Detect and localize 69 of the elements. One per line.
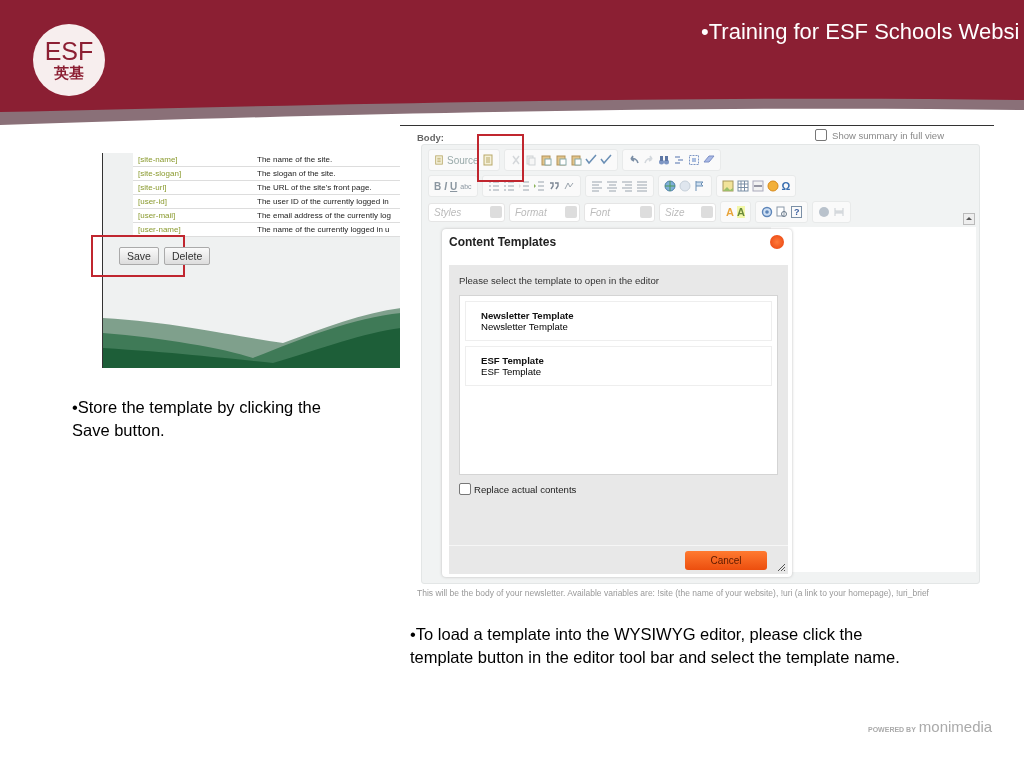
replace-icon[interactable] — [672, 154, 685, 166]
token-cell-text: [site-url] — [137, 183, 168, 192]
paste-icon[interactable] — [569, 154, 582, 166]
template-icon[interactable] — [481, 154, 494, 166]
eraser-icon[interactable] — [702, 154, 715, 166]
background-color-button[interactable]: A — [736, 206, 745, 218]
paste-icon[interactable] — [539, 154, 552, 166]
help-text: This will be the body of your newsletter. Available variables are: !site (the name of your website), !uri (a link to your homepage), !uri_brief — [416, 587, 930, 598]
quote-icon[interactable] — [547, 180, 560, 192]
form-button[interactable]: Delete — [163, 247, 211, 265]
slide-title: •Training for ESF Schools Websi — [701, 19, 1020, 45]
token-cell-text: [site-name] — [137, 155, 179, 164]
checkbox[interactable] — [459, 483, 471, 495]
template-item[interactable]: Newsletter Template Newsletter Template — [465, 301, 772, 341]
template-item[interactable]: ESF Template ESF Template — [465, 346, 772, 386]
align-center-icon[interactable] — [605, 180, 618, 192]
link-icon[interactable] — [663, 180, 676, 192]
field-label: Body: — [417, 132, 444, 142]
highlight-frame — [477, 134, 524, 182]
find-icon[interactable] — [657, 154, 670, 166]
table-icon[interactable] — [736, 180, 749, 192]
spellcheck-icon[interactable] — [584, 154, 597, 166]
numbered-list-icon[interactable] — [487, 180, 500, 192]
justify-icon[interactable] — [635, 180, 648, 192]
form-button[interactable]: Save — [119, 247, 159, 265]
brand-logo: monimedia — [918, 718, 993, 735]
description-cell: The email address of the currently log — [257, 211, 391, 220]
summary-toggle[interactable]: Show summary in full view — [815, 128, 944, 142]
description-cell: The URL of the site's front page. — [257, 183, 372, 192]
toolbar-dropdown[interactable]: Format — [509, 202, 580, 222]
dialog-title: Content Templates — [449, 235, 557, 249]
format-button[interactable]: B — [434, 180, 442, 192]
text-color-button[interactable]: A — [726, 206, 734, 218]
toolbar-dropdown[interactable]: Font — [584, 202, 655, 222]
select-all-icon[interactable] — [687, 154, 700, 166]
description-cell: The slogan of the site. — [257, 169, 336, 178]
flag-icon[interactable] — [693, 180, 706, 192]
undo-icon[interactable] — [627, 154, 640, 166]
align-right-icon[interactable] — [620, 180, 633, 192]
description-cell: The name of the site. — [257, 155, 333, 164]
outdent-icon[interactable] — [517, 180, 530, 192]
caption: •Store the template by clicking the Save button. — [72, 397, 322, 441]
image-icon[interactable] — [721, 180, 734, 192]
cancel-button[interactable]: Cancel — [685, 550, 767, 570]
document-icon — [434, 154, 444, 166]
collapse-icon[interactable] — [963, 213, 975, 225]
dialog-prompt: Please select the template to open in the editor — [459, 275, 660, 286]
gear-icon[interactable] — [760, 206, 773, 218]
format-button[interactable]: U — [450, 180, 458, 192]
toolbar-dropdown[interactable]: Styles — [428, 202, 505, 222]
preview-icon[interactable] — [775, 206, 788, 218]
token-cell-text: [user-name] — [137, 225, 182, 234]
spellcheck-icon[interactable] — [599, 154, 612, 166]
description-cell: The name of the currently logged in u — [257, 225, 390, 234]
paste-icon[interactable] — [554, 154, 567, 166]
token-cell-text: [user-id] — [137, 197, 168, 206]
bullet-list-icon[interactable] — [502, 180, 515, 192]
resize-grip-icon[interactable] — [776, 562, 786, 572]
special-character-button[interactable]: Ω — [781, 180, 791, 192]
format-button[interactable]: I — [444, 180, 447, 192]
align-left-icon[interactable] — [590, 180, 603, 192]
close-button[interactable] — [770, 235, 784, 249]
caption: •To load a template into the WYSIWYG editor, please click the template button in the editor tool bar and select the template name. — [410, 624, 901, 668]
token-cell-text: [user-mail] — [137, 211, 177, 220]
checkbox-label: Replace actual contents — [474, 483, 577, 495]
token-cell-text: [site-slogan] — [137, 169, 183, 178]
description-cell: The user ID of the currently logged in — [257, 197, 389, 206]
toolbar-dropdown[interactable]: Size — [659, 202, 716, 222]
help-button[interactable]: ? — [790, 206, 803, 218]
